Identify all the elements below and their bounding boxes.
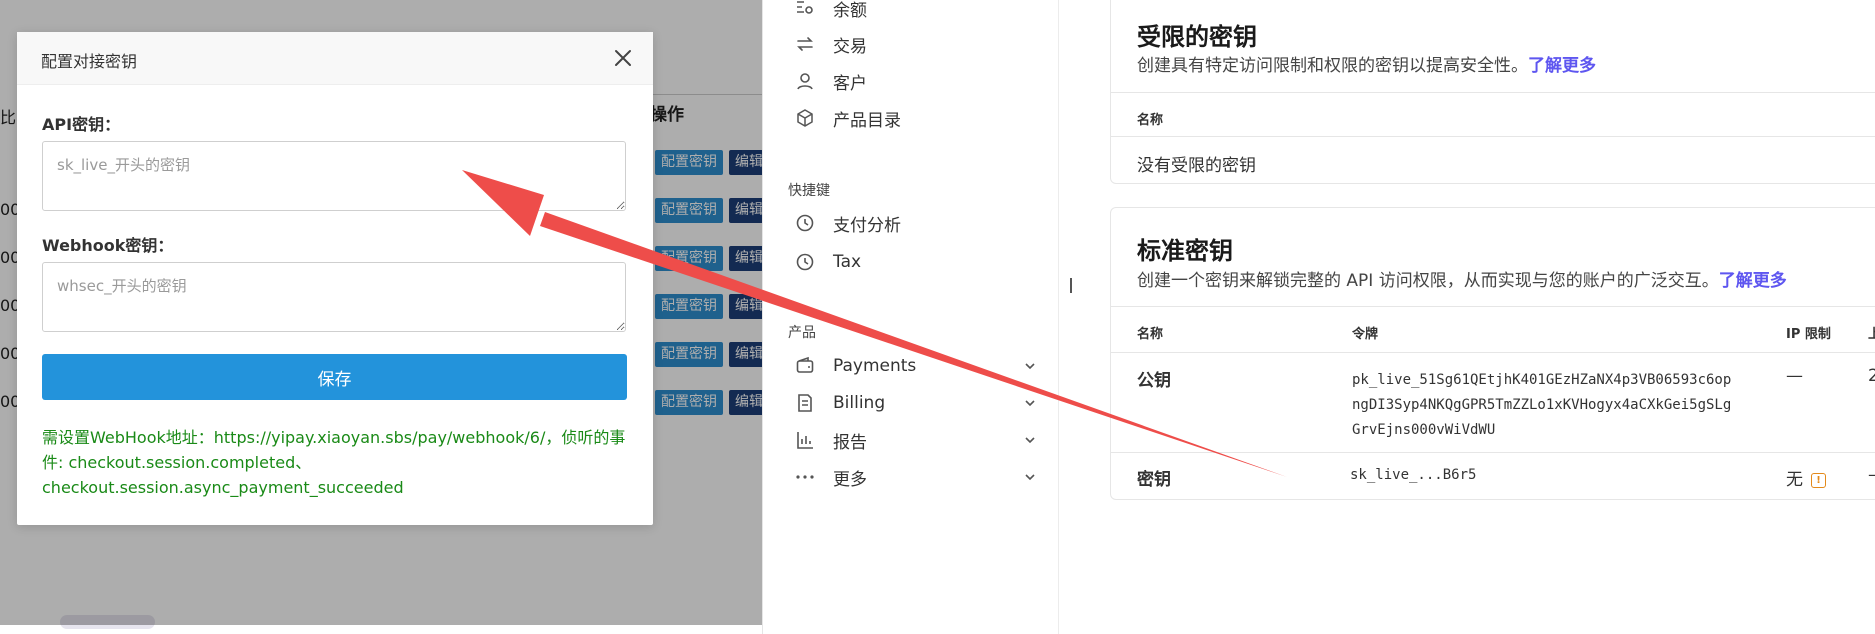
transactions-icon — [793, 32, 817, 56]
column-header-ip-restriction: IP 限制 — [1786, 327, 1831, 342]
sidebar-item-reports[interactable]: 报告 — [793, 427, 1035, 453]
restricted-keys-title: 受限的密钥 — [1137, 23, 1257, 51]
sidebar-item-label: 产品目录 — [833, 110, 901, 131]
secret-key-last-used: — — [1868, 465, 1875, 485]
publishable-key-last-used: 20 — [1868, 366, 1875, 386]
sidebar-item-label: 更多 — [833, 469, 867, 490]
secret-key-ip: 无! — [1786, 465, 1826, 490]
description-text: 创建一个密钥来解锁完整的 API 访问权限，从而实现与您的账户的广泛交互。 — [1137, 271, 1719, 291]
config-key-modal: 配置对接密钥 API密钥： Webhook密钥： 保存 需设置WebHook地址… — [17, 32, 653, 525]
balance-icon — [793, 0, 817, 20]
clock-icon — [793, 211, 817, 235]
divider — [1111, 92, 1875, 93]
modal-title: 配置对接密钥 — [41, 52, 138, 71]
token-line: GrvEjns000vWiVdWU — [1352, 422, 1496, 438]
report-icon — [793, 428, 817, 452]
webhook-key-label: Webhook密钥： — [42, 236, 174, 255]
sidebar-item-label: 客户 — [833, 73, 867, 94]
api-key-input[interactable] — [42, 141, 626, 211]
shortcuts-section-title: 快捷键 — [788, 183, 830, 199]
column-header-last-used: 上 — [1868, 327, 1875, 342]
save-button[interactable]: 保存 — [42, 354, 627, 400]
standard-keys-card: 标准密钥 创建一个密钥来解锁完整的 API 访问权限，从而实现与您的账户的广泛交… — [1110, 207, 1875, 500]
divider — [1111, 306, 1875, 307]
standard-keys-title: 标准密钥 — [1137, 237, 1233, 265]
publishable-key-ip: — — [1786, 366, 1803, 386]
warning-icon[interactable]: ! — [1811, 472, 1826, 488]
publishable-key-name: 公钥 — [1137, 371, 1171, 391]
sidebar-item-payments[interactable]: Payments — [793, 353, 1035, 379]
sidebar-item-label: Payments — [833, 356, 917, 376]
stripe-sidebar: 余额 交易 客户 产品目录 快捷键 支付分析 Tax 产品 Payments B… — [762, 0, 1059, 634]
wallet-icon — [793, 354, 817, 378]
sidebar-item-label: 支付分析 — [833, 215, 901, 236]
ip-value: 无 — [1786, 470, 1803, 490]
column-header-name: 名称 — [1137, 327, 1164, 342]
customer-icon — [793, 69, 817, 93]
admin-page: 操作 比 00 00 00 00 00 配置密钥 编辑 配置密钥 编辑 配置密钥… — [0, 0, 762, 634]
secret-key-token[interactable]: sk_live_...B6r5 — [1350, 463, 1476, 488]
sidebar-item-label: 报告 — [833, 432, 867, 453]
token-line: ngDI3Syp4NKQgGPR5TmZZLo1xKVHogyx4aCXkGei… — [1352, 397, 1732, 413]
sidebar-item-balance[interactable]: 余额 — [793, 0, 867, 21]
sidebar-item-payment-analytics[interactable]: 支付分析 — [793, 210, 901, 236]
sidebar-item-label: 余额 — [833, 0, 867, 21]
products-section-title: 产品 — [788, 325, 816, 341]
restricted-keys-card: 受限的密钥 创建具有特定访问限制和权限的密钥以提高安全性。了解更多 名称 没有受… — [1110, 0, 1875, 184]
description-text: 创建具有特定访问限制和权限的密钥以提高安全性。 — [1137, 56, 1528, 76]
billing-icon — [793, 391, 817, 415]
secret-key-name: 密钥 — [1137, 470, 1171, 490]
webhook-note: 需设置WebHook地址：https://yipay.xiaoyan.sbs/p… — [42, 428, 626, 497]
chevron-down-icon[interactable] — [1021, 468, 1039, 486]
divider — [1111, 452, 1875, 453]
publishable-key-token[interactable]: pk_live_51Sg61QEtjhK401GEzHZaNX4p3VB0659… — [1352, 368, 1731, 443]
modal-header: 配置对接密钥 — [17, 32, 653, 85]
sidebar-item-more[interactable]: 更多 — [793, 464, 1035, 490]
sidebar-item-label: 交易 — [833, 36, 867, 57]
api-key-label: API密钥： — [42, 115, 121, 134]
close-icon[interactable] — [611, 46, 635, 70]
learn-more-link[interactable]: 了解更多 — [1528, 56, 1596, 76]
sidebar-item-label: Tax — [833, 252, 862, 272]
divider — [1111, 352, 1875, 353]
column-header-token: 令牌 — [1352, 327, 1379, 342]
standard-keys-description: 创建一个密钥来解锁完整的 API 访问权限，从而实现与您的账户的广泛交互。了解更… — [1137, 266, 1787, 291]
more-icon — [793, 465, 817, 489]
sidebar-item-tax[interactable]: Tax — [793, 249, 861, 275]
sidebar-item-product-catalog[interactable]: 产品目录 — [793, 105, 901, 131]
column-header-name: 名称 — [1137, 113, 1164, 128]
text-cursor — [1070, 278, 1072, 293]
sidebar-item-customers[interactable]: 客户 — [793, 68, 867, 94]
learn-more-link[interactable]: 了解更多 — [1719, 271, 1787, 291]
chevron-down-icon[interactable] — [1021, 431, 1039, 449]
clock-icon — [793, 250, 817, 274]
chevron-down-icon[interactable] — [1021, 357, 1039, 375]
sidebar-item-billing[interactable]: Billing — [793, 390, 1035, 416]
sidebar-item-transactions[interactable]: 交易 — [793, 31, 867, 57]
sidebar-item-label: Billing — [833, 393, 886, 413]
divider — [1111, 136, 1875, 137]
webhook-key-input[interactable] — [42, 262, 626, 332]
chevron-down-icon[interactable] — [1021, 394, 1039, 412]
restricted-keys-description: 创建具有特定访问限制和权限的密钥以提高安全性。了解更多 — [1137, 51, 1596, 76]
token-line: pk_live_51Sg61QEtjhK401GEzHZaNX4p3VB0659… — [1352, 372, 1732, 388]
product-catalog-icon — [793, 106, 817, 130]
empty-state-text: 没有受限的密钥 — [1137, 156, 1256, 176]
